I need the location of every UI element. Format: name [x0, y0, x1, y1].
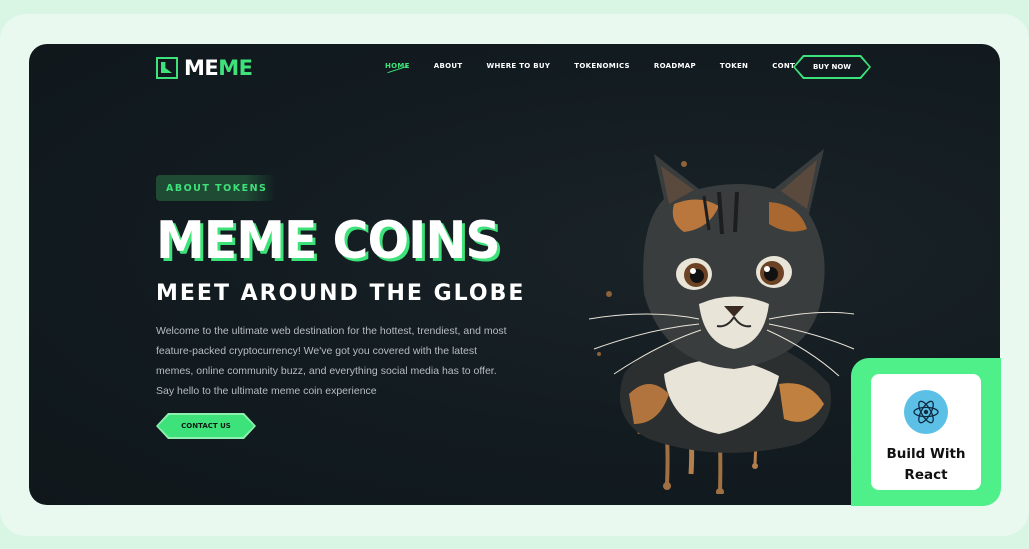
about-tokens-badge: ABOUT TOKENS	[156, 175, 276, 201]
nav-item-token[interactable]: TOKEN	[720, 62, 748, 70]
nav-item-tokenomics[interactable]: TOKENOMICS	[574, 62, 630, 70]
react-card-text: Build With React	[886, 444, 965, 486]
hero-subtitle: MEET AROUND THE GLOBE	[156, 281, 526, 306]
hero-description: Welcome to the ultimate web destination …	[156, 325, 507, 397]
react-card-line1: Build With	[886, 446, 966, 462]
logo-mark-icon	[156, 57, 178, 79]
build-with-react-card: Build With React	[871, 374, 981, 490]
site-logo[interactable]: MEME	[156, 56, 253, 80]
nav-item-where-to-buy[interactable]: WHERE TO BUY	[486, 62, 550, 70]
main-nav: HOME ABOUT WHERE TO BUY TOKENOMICS ROADM…	[385, 62, 835, 70]
buy-now-label: BUY NOW	[795, 57, 869, 77]
nav-item-about[interactable]: ABOUT	[434, 62, 463, 70]
logo-text: MEME	[184, 56, 253, 80]
react-card-line2: React	[904, 467, 948, 483]
contact-us-button[interactable]: CONTACT US	[156, 413, 256, 439]
nav-item-home[interactable]: HOME	[385, 62, 410, 70]
buy-now-button[interactable]: BUY NOW	[793, 55, 871, 79]
cat-illustration	[588, 149, 855, 494]
nav-item-roadmap[interactable]: ROADMAP	[654, 62, 696, 70]
hero-title: MEME COINS	[156, 210, 501, 271]
contact-us-label: CONTACT US	[158, 415, 254, 437]
react-atom-icon	[904, 390, 948, 434]
